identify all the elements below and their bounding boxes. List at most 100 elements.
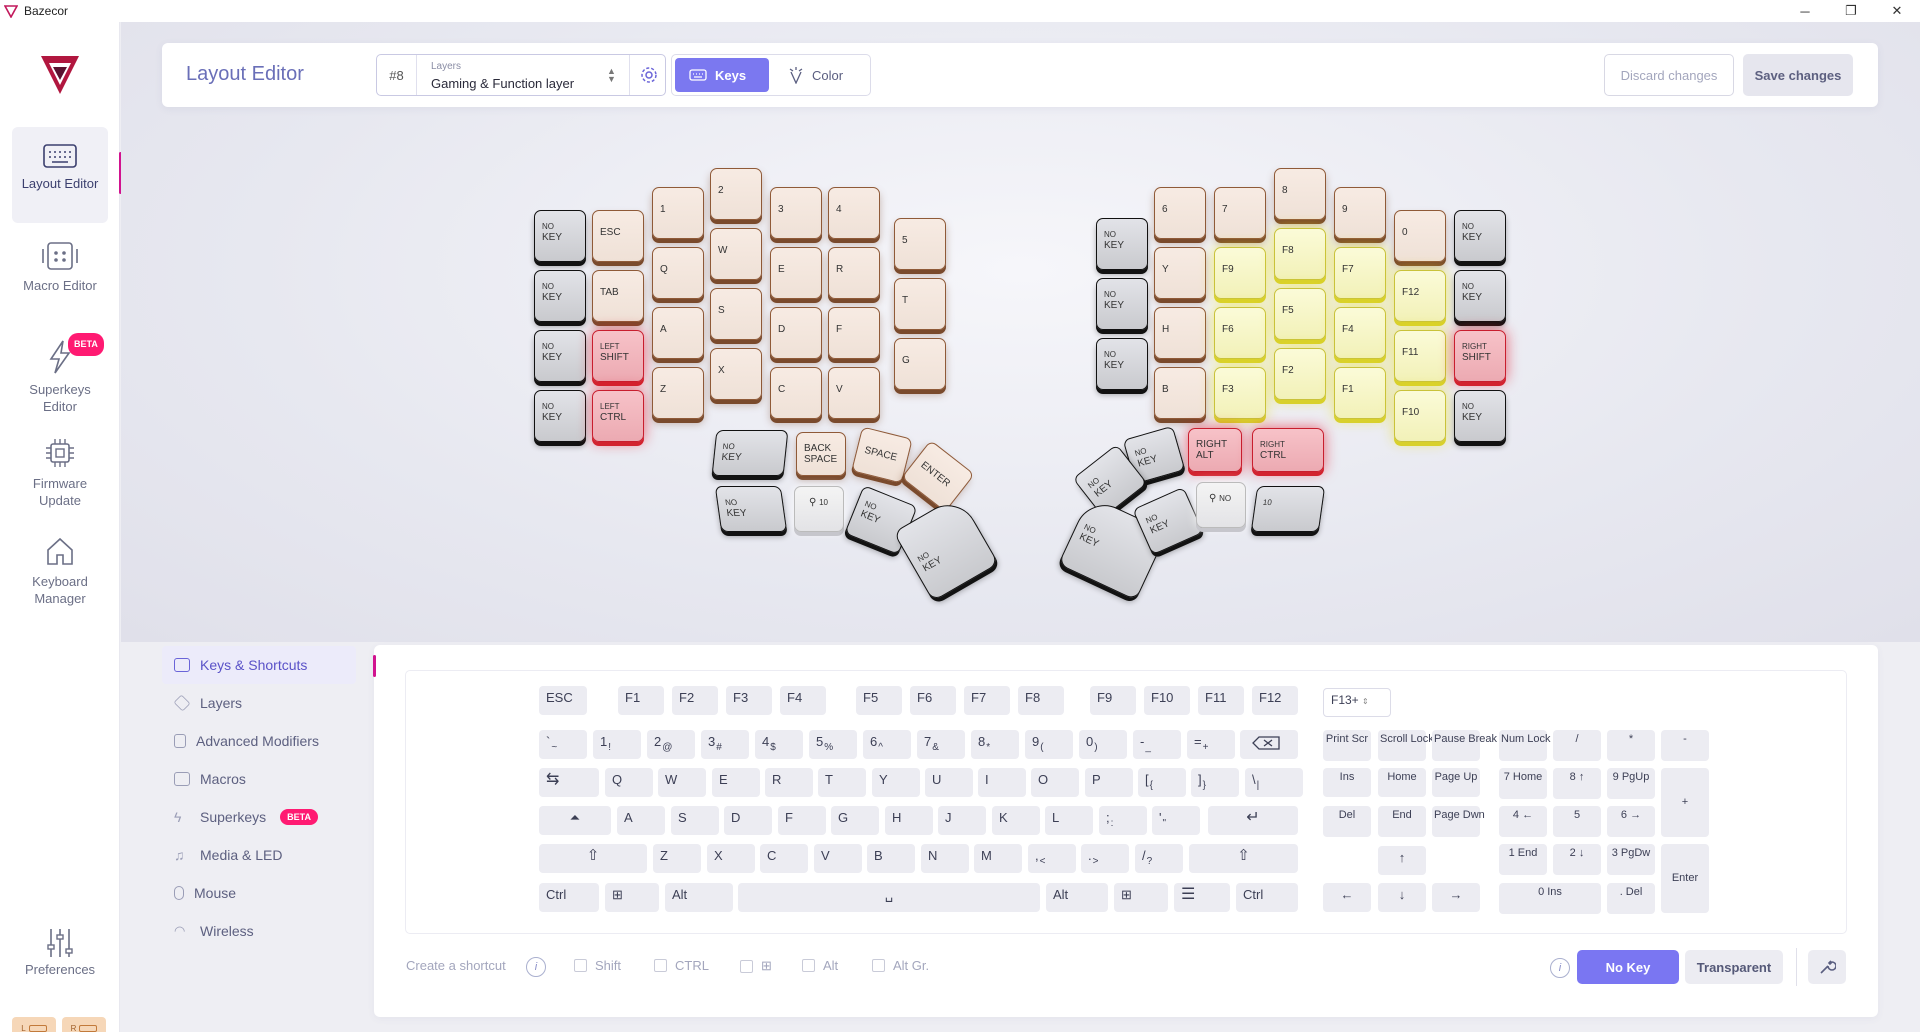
color-mode-button[interactable]: Color	[774, 58, 857, 92]
key[interactable]: NO KEY	[534, 210, 586, 262]
thumb-key[interactable]: RIGHT CTRL	[1252, 428, 1324, 472]
vk-arrow-up[interactable]: ↑	[1378, 846, 1426, 875]
key[interactable]: F2	[1274, 348, 1326, 400]
alt-checkbox[interactable]: Alt	[802, 958, 838, 973]
vk-numpad-key[interactable]: 4 ←	[1499, 806, 1547, 837]
key[interactable]: F12	[1394, 270, 1446, 322]
vk-key[interactable]: 9(	[1025, 730, 1073, 759]
nav-keyboard-manager[interactable]: Keyboard Manager	[12, 519, 108, 615]
key[interactable]: G	[894, 338, 946, 390]
key[interactable]: 3	[770, 187, 822, 239]
key[interactable]: F5	[1274, 288, 1326, 340]
vk-numpad-key[interactable]: 0 Ins	[1499, 883, 1601, 914]
key[interactable]: F11	[1394, 330, 1446, 382]
key[interactable]: Q	[652, 247, 704, 299]
vk-right-ctrl[interactable]: Ctrl	[1236, 883, 1298, 912]
vk-key[interactable]: ESC	[539, 686, 587, 715]
key[interactable]: E	[770, 247, 822, 299]
vk-numpad-key[interactable]: 2 ↓	[1553, 844, 1601, 875]
vk-numpad-key[interactable]: 1 End	[1499, 844, 1547, 875]
vk-nav-key[interactable]: Page Up	[1432, 768, 1480, 797]
minimize-button[interactable]: ─	[1782, 0, 1828, 22]
vk-numpad-key[interactable]: /	[1553, 730, 1601, 761]
key[interactable]: F6	[1214, 307, 1266, 359]
nav-superkeys-editor[interactable]: BETA Superkeys Editor	[12, 323, 108, 419]
vk-right-os[interactable]: ⊞	[1114, 883, 1168, 912]
vk-numpad-key[interactable]: 6 →	[1607, 806, 1655, 837]
key[interactable]: 5	[894, 218, 946, 270]
vk-key[interactable]: Z	[653, 844, 701, 873]
key[interactable]: NO KEY	[1096, 338, 1148, 390]
vk-key[interactable]: ,<	[1028, 844, 1076, 873]
close-button[interactable]: ✕	[1874, 0, 1920, 22]
key[interactable]: NO KEY	[534, 270, 586, 322]
vk-arrow-left[interactable]: ←	[1323, 883, 1371, 912]
save-changes-button[interactable]: Save changes	[1743, 54, 1853, 96]
layer-selector[interactable]: #8 Layers Gaming & Function layer ▲ ▼	[376, 54, 666, 96]
key[interactable]: C	[770, 367, 822, 419]
vk-key[interactable]: F2	[672, 686, 718, 715]
nav-macro-editor[interactable]: Macro Editor	[12, 225, 108, 321]
vk-numpad-key[interactable]: 9 PgUp	[1607, 768, 1655, 799]
key[interactable]: 4	[828, 187, 880, 239]
vk-key[interactable]: V	[814, 844, 862, 873]
category-wireless[interactable]: ◠ Wireless	[162, 912, 356, 950]
vk-key[interactable]: =+	[1187, 730, 1235, 759]
vk-key[interactable]: ]}	[1191, 768, 1239, 797]
vk-key[interactable]: 8*	[971, 730, 1019, 759]
vk-key[interactable]: F	[778, 806, 826, 835]
vk-right-alt[interactable]: Alt	[1046, 883, 1108, 912]
vk-capslock[interactable]: ⏶	[539, 806, 611, 835]
layer-settings-button[interactable]	[629, 55, 667, 95]
vk-key[interactable]: R	[765, 768, 813, 797]
key[interactable]: F7	[1334, 247, 1386, 299]
key[interactable]: F10	[1394, 390, 1446, 442]
key[interactable]: V	[828, 367, 880, 419]
vk-key[interactable]: .>	[1081, 844, 1129, 873]
vk-backspace[interactable]	[1240, 730, 1298, 759]
discard-changes-button[interactable]: Discard changes	[1604, 54, 1734, 96]
key[interactable]: Y	[1154, 247, 1206, 299]
vk-key[interactable]: \|	[1245, 768, 1303, 797]
vk-key[interactable]: H	[885, 806, 933, 835]
category-mouse[interactable]: Mouse	[162, 874, 356, 912]
vk-arrow-right[interactable]: →	[1432, 883, 1480, 912]
thumb-key[interactable]: NO KEY	[711, 430, 789, 476]
vk-key[interactable]: -_	[1133, 730, 1181, 759]
key[interactable]: F1	[1334, 367, 1386, 419]
vk-key[interactable]: W	[658, 768, 706, 797]
vk-key[interactable]: G	[831, 806, 879, 835]
vk-key[interactable]: 0)	[1079, 730, 1127, 759]
vk-key[interactable]: 1!	[593, 730, 641, 759]
vk-numpad-key[interactable]: 5	[1553, 806, 1601, 837]
vk-numpad-key[interactable]: . Del	[1607, 883, 1655, 914]
vk-key[interactable]: C	[760, 844, 808, 873]
vk-key[interactable]: 3#	[701, 730, 749, 759]
transparent-button[interactable]: Transparent	[1685, 950, 1783, 984]
category-advanced-modifiers[interactable]: Advanced Modifiers	[162, 722, 356, 760]
vk-key[interactable]: '"	[1152, 806, 1200, 835]
vk-key[interactable]: F9	[1090, 686, 1136, 715]
vk-left-shift[interactable]: ⇧	[539, 844, 647, 873]
vk-key[interactable]: A	[617, 806, 665, 835]
vk-key[interactable]: `~	[539, 730, 587, 759]
vk-key[interactable]: L	[1045, 806, 1093, 835]
vk-key[interactable]: F12	[1252, 686, 1298, 715]
vk-left-os[interactable]: ⊞	[605, 883, 659, 912]
advanced-settings-button[interactable]	[1808, 950, 1846, 984]
key[interactable]: ESC	[592, 210, 644, 262]
vk-key[interactable]: I	[978, 768, 1026, 797]
vk-key[interactable]: /?	[1135, 844, 1183, 873]
vk-nav-key[interactable]: End	[1378, 806, 1426, 837]
nav-layout-editor[interactable]: Layout Editor	[12, 127, 108, 223]
vk-key[interactable]: F1	[618, 686, 664, 715]
vk-tab[interactable]: ⇆	[539, 768, 599, 797]
vk-right-shift[interactable]: ⇧	[1189, 844, 1298, 873]
thumb-key[interactable]: ENTER	[901, 439, 975, 513]
vk-nav-key[interactable]: Page Dwn	[1432, 806, 1485, 837]
info-icon[interactable]: i	[526, 957, 546, 977]
key[interactable]: RIGHT SHIFT	[1454, 330, 1506, 382]
key[interactable]: 8	[1274, 168, 1326, 220]
vk-key[interactable]: F7	[964, 686, 1010, 715]
vk-enter[interactable]: ↵	[1208, 806, 1298, 835]
